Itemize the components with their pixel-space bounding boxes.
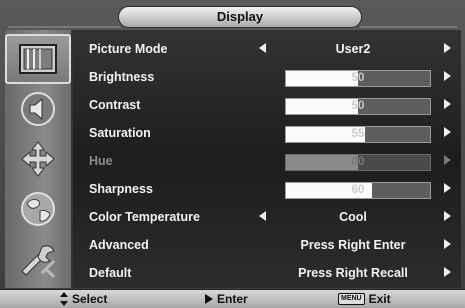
- increase-arrow-icon[interactable]: [444, 211, 451, 221]
- display-icon: [19, 44, 57, 74]
- category-sidebar: [5, 30, 73, 288]
- audio-icon: [21, 92, 55, 126]
- category-audio[interactable]: [5, 84, 71, 134]
- tools-icon: [21, 245, 56, 279]
- category-globe[interactable]: [5, 184, 71, 234]
- picture-mode-row[interactable]: Picture Mode User2: [73, 36, 461, 64]
- exit-hint: MENU Exit: [338, 292, 391, 306]
- osd-window: Display Picture Mode User2 Brightness 50…: [0, 0, 465, 308]
- decrease-arrow-icon[interactable]: [259, 43, 266, 53]
- brightness-row[interactable]: Brightness 50: [73, 64, 461, 92]
- contrast-value: 50: [351, 100, 365, 112]
- saturation-row[interactable]: Saturation 55: [73, 120, 461, 148]
- hue-value: 00: [351, 156, 365, 168]
- default-label: Default: [89, 266, 132, 280]
- category-position[interactable]: [5, 134, 71, 184]
- select-hint: Select: [60, 292, 107, 306]
- select-hint-label: Select: [72, 292, 108, 306]
- brightness-value: 50: [351, 72, 365, 84]
- picture-mode-value: User2: [335, 42, 371, 56]
- increase-arrow-icon: [444, 155, 451, 165]
- decrease-arrow-icon[interactable]: [259, 211, 266, 221]
- enter-hint-label: Enter: [217, 292, 248, 306]
- color-temperature-row[interactable]: Color Temperature Cool: [73, 204, 461, 232]
- brightness-label: Brightness: [89, 70, 155, 84]
- increase-arrow-icon[interactable]: [444, 43, 451, 53]
- increase-arrow-icon[interactable]: [444, 71, 451, 81]
- sharpness-label: Sharpness: [89, 182, 153, 196]
- picture-mode-label: Picture Mode: [89, 42, 168, 56]
- contrast-row[interactable]: Contrast 50: [73, 92, 461, 120]
- advanced-value: Press Right Enter: [300, 238, 406, 252]
- menu-key-icon: MENU: [338, 293, 365, 305]
- increase-arrow-icon[interactable]: [444, 99, 451, 109]
- globe-icon: [21, 192, 55, 226]
- hue-row: Hue 00: [73, 148, 461, 176]
- menu-title: Display: [118, 6, 362, 28]
- sharpness-value: 60: [351, 184, 365, 196]
- increase-arrow-icon[interactable]: [444, 183, 451, 193]
- increase-arrow-icon[interactable]: [444, 239, 451, 249]
- settings-panel: Picture Mode User2 Brightness 50 Contras…: [73, 30, 461, 288]
- right-arrow-icon: [205, 294, 213, 304]
- category-tools[interactable]: [5, 234, 71, 284]
- saturation-slider[interactable]: 55: [285, 126, 431, 143]
- title-divider-left: [8, 26, 120, 28]
- hue-label: Hue: [89, 154, 113, 168]
- contrast-slider[interactable]: 50: [285, 98, 431, 115]
- enter-hint: Enter: [205, 292, 248, 306]
- contrast-label: Contrast: [89, 98, 141, 112]
- increase-arrow-icon[interactable]: [444, 127, 451, 137]
- exit-hint-label: Exit: [368, 292, 391, 306]
- hue-slider: 00: [285, 154, 431, 171]
- saturation-label: Saturation: [89, 126, 151, 140]
- default-value: Press Right Recall: [298, 266, 408, 280]
- advanced-label: Advanced: [89, 238, 149, 252]
- brightness-slider[interactable]: 50: [285, 70, 431, 87]
- sharpness-slider[interactable]: 60: [285, 182, 431, 199]
- color-temperature-value: Cool: [339, 210, 367, 224]
- saturation-value: 55: [351, 128, 365, 140]
- category-display[interactable]: [5, 34, 71, 84]
- increase-arrow-icon[interactable]: [444, 267, 451, 277]
- advanced-row[interactable]: Advanced Press Right Enter: [73, 232, 461, 260]
- color-temperature-label: Color Temperature: [89, 210, 200, 224]
- title-divider-right: [360, 26, 457, 28]
- key-hint-bar: Select Enter MENU Exit: [0, 289, 465, 308]
- default-row[interactable]: Default Press Right Recall: [73, 260, 461, 288]
- position-icon: [21, 141, 55, 177]
- sharpness-row[interactable]: Sharpness 60: [73, 176, 461, 204]
- up-down-arrows-icon: [60, 292, 68, 306]
